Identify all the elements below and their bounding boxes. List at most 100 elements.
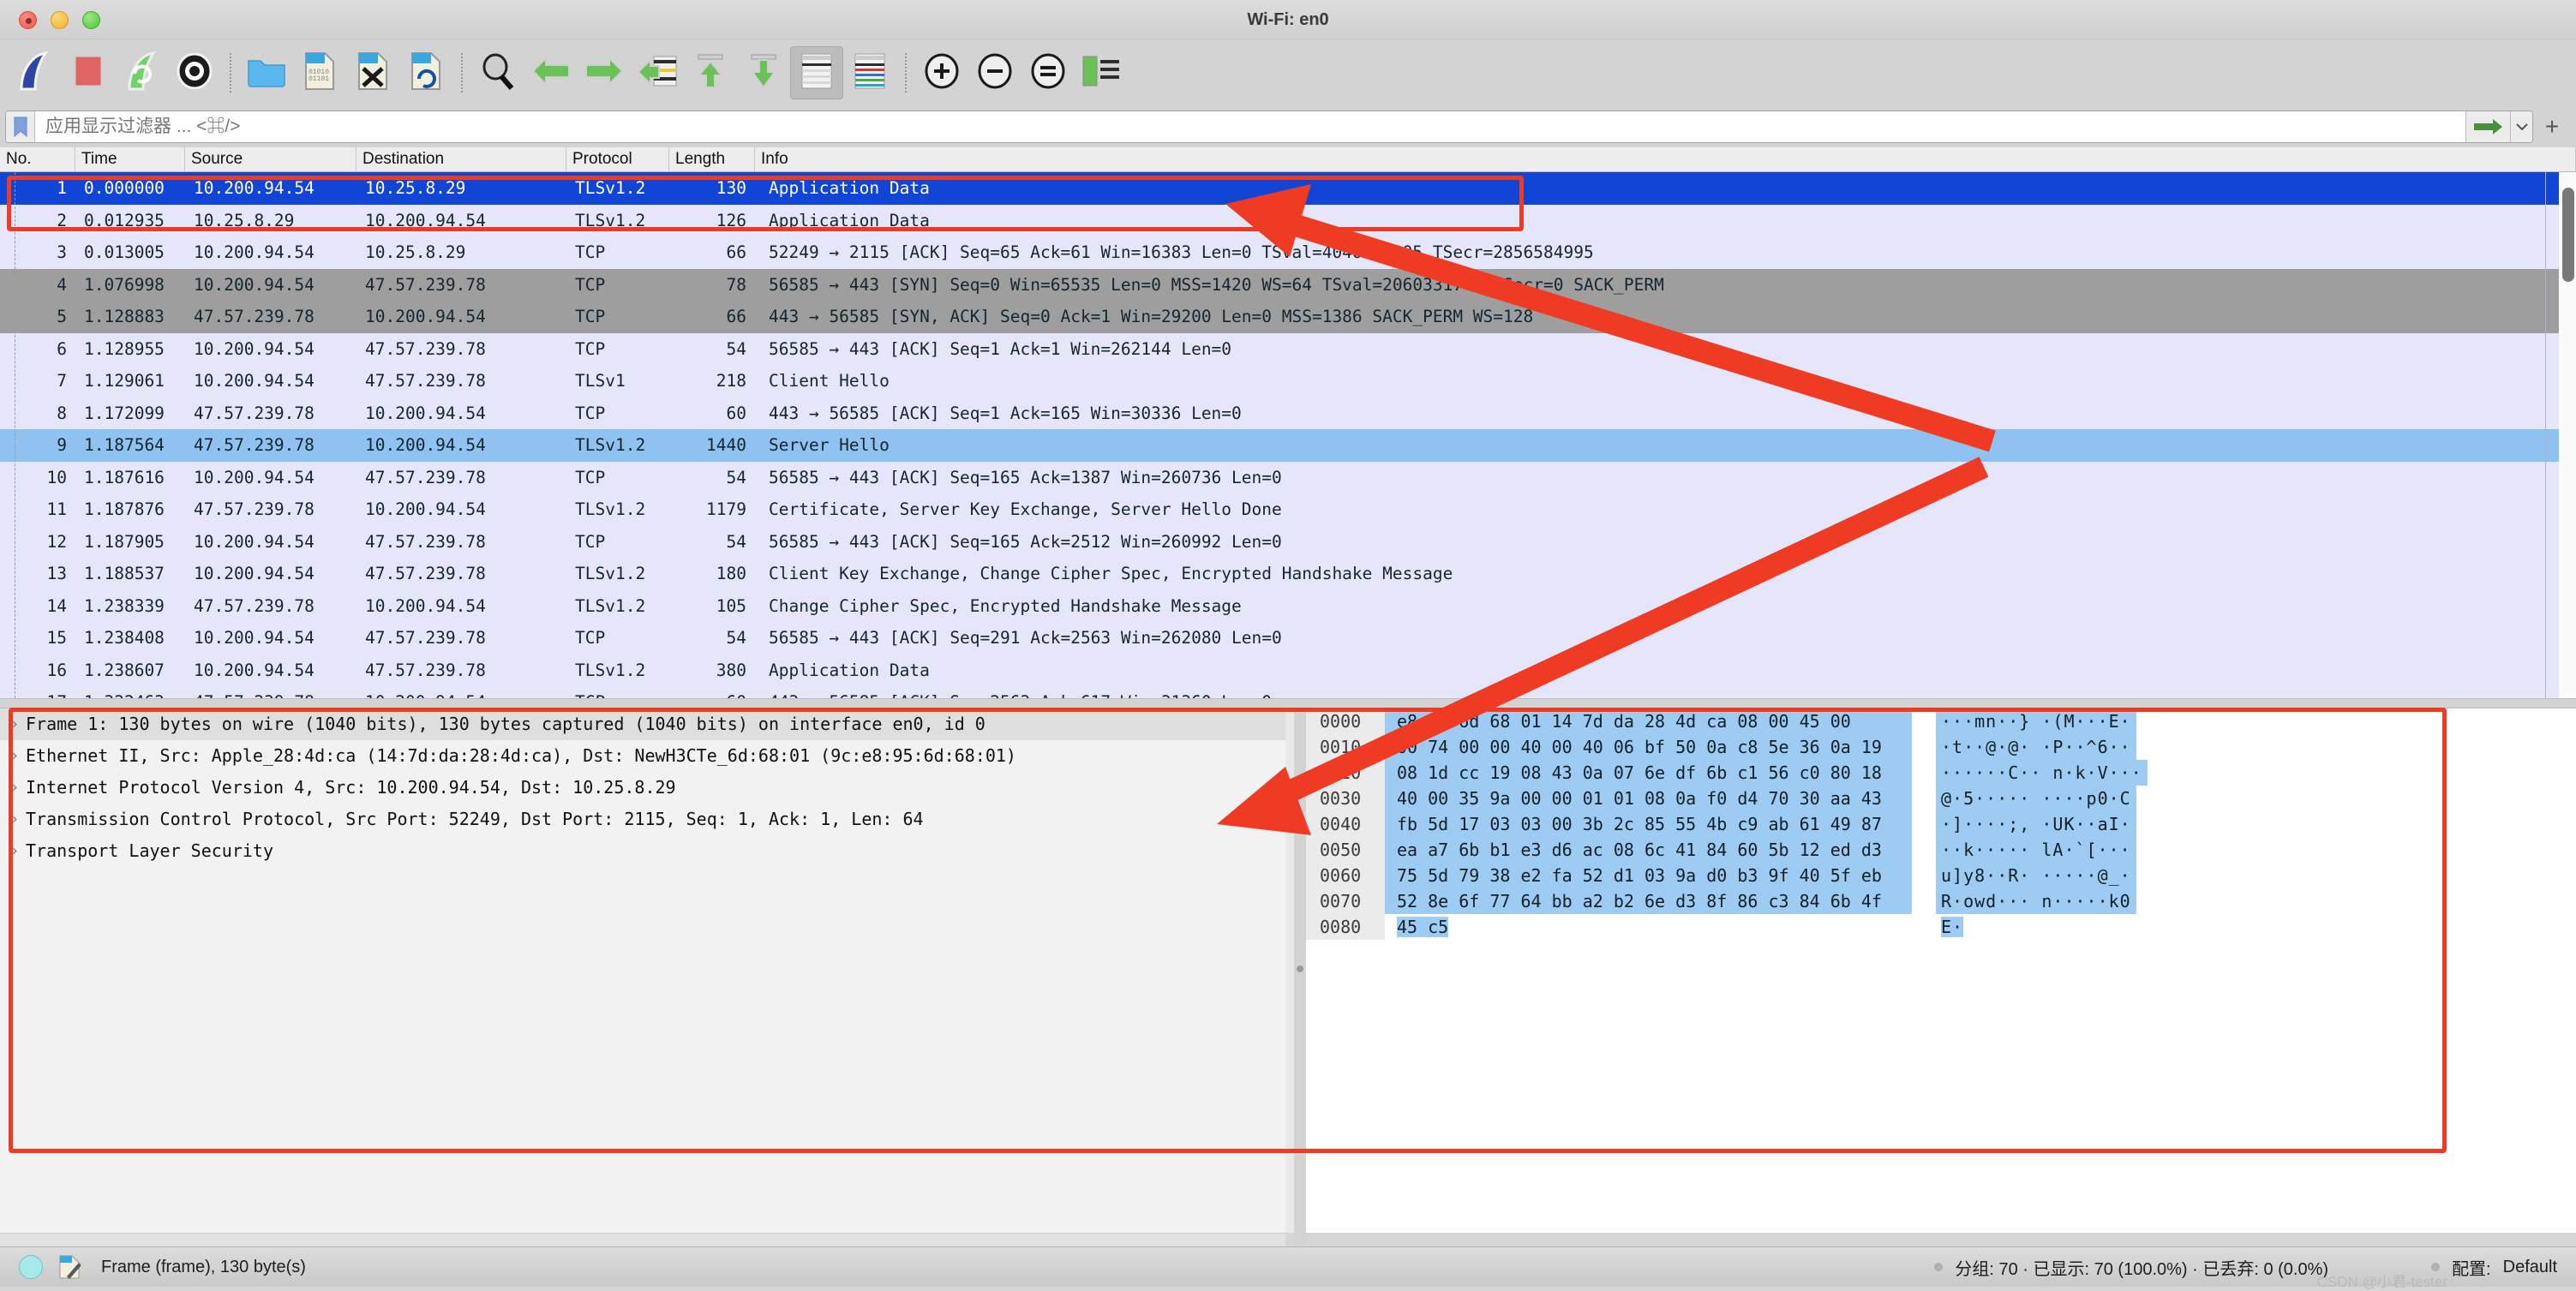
stop-square-icon [71,53,105,93]
main-toolbar: 01010 01101 [0,39,2576,106]
row-destination: 10.25.8.29 [365,178,466,198]
auto-scroll-button[interactable] [790,46,843,99]
packet-list-row[interactable]: 3 0.013005 10.200.94.54 10.25.8.29 TCP 66 5224… [0,236,2545,269]
row-source: 47.57.239.78 [194,403,315,423]
packet-list-row[interactable]: 7 1.129061 10.200.94.54 47.57.239.78 TLSv1 21… [0,365,2545,397]
column-header-destination[interactable]: Destination [356,147,566,171]
packet-list-row[interactable]: 2 0.012935 10.25.8.29 10.200.94.54 TLSv1.2 12… [0,204,2545,236]
row-protocol: TCP [575,242,606,262]
save-file-button[interactable]: 01010 01101 [293,46,346,99]
pane-splitter-horizontal[interactable] [0,698,2576,708]
find-packet-button[interactable] [471,46,524,99]
chevron-down-icon[interactable] [2510,111,2532,142]
packet-list-scrollbar-thumb[interactable] [2562,188,2574,282]
packet-detail-line[interactable]: › Transport Layer Security [0,835,1285,867]
hex-dump-row[interactable]: 0000 e8 95 6d 68 01 14 7d da 28 4d ca 08 … [1306,708,2576,734]
chevron-right-icon[interactable]: › [3,708,26,740]
hex-dump-row[interactable]: 0010 00 74 00 00 40 00 40 06 bf 50 0a c8 … [1306,734,2576,760]
packet-list-row[interactable]: 12 1.187905 10.200.94.54 47.57.239.78 TCP 54 5… [0,525,2545,558]
column-header-source[interactable]: Source [185,147,356,171]
row-time: 1.238607 [84,660,165,680]
bookmark-icon[interactable] [6,111,35,142]
go-to-packet-button[interactable] [631,46,684,99]
zoom-in-button[interactable] [915,46,968,99]
packet-detail-vscrollbar[interactable] [1285,708,1294,1233]
row-length: 78 [726,274,746,295]
ascii-bytes-left: u]y8··R· [1941,865,2031,886]
column-header-length[interactable]: Length [669,147,755,171]
packet-detail-hscrollbar[interactable] [0,1233,1285,1246]
packet-detail-line[interactable]: › Internet Protocol Version 4, Src: 10.20… [0,772,1285,804]
hex-dump-row[interactable]: 0020 08 1d cc 19 08 43 0a 07 6e df 6b c1 … [1306,760,2576,786]
ascii-bytes: ···mn··} ·(M···E· [1936,708,2136,734]
packet-list[interactable]: 1 0.000000 10.200.94.54 10.25.8.29 TLSv1.2 13… [0,172,2545,698]
ascii-bytes: ······C·· n·k·V··· [1936,760,2148,786]
row-info: Application Data [769,210,930,230]
packet-detail-pane[interactable]: › Frame 1: 130 bytes on wire (1040 bits),… [0,708,1285,1233]
apply-filter-button[interactable] [2465,111,2510,142]
packet-list-row[interactable]: 171.32246347.57.239.7810.200.94.54TCP604… [0,686,2545,698]
chevron-right-icon[interactable]: › [3,835,26,867]
zoom-reset-button[interactable] [1021,46,1075,99]
row-source: 10.200.94.54 [194,467,315,487]
start-capture-button[interactable] [9,46,62,99]
close-file-button[interactable] [346,46,399,99]
chevron-right-icon[interactable]: › [3,772,26,804]
packet-detail-line[interactable]: › Ethernet II, Src: Apple_28:4d:ca (14:7d… [0,740,1285,772]
packet-list-row[interactable]: 13 1.188537 10.200.94.54 47.57.239.78 TLSv1.… [0,558,2545,590]
minimap-segment [2546,236,2559,269]
go-to-first-button[interactable] [684,46,737,99]
column-header-no[interactable]: No. [0,147,75,171]
hex-dump-row[interactable]: 0080 45 c5 E· [1306,914,2576,940]
packet-list-row[interactable]: 11 1.187876 47.57.239.78 10.200.94.54 TLSv1.… [0,493,2545,526]
row-time: 1.129061 [84,371,165,391]
expert-info-icon[interactable] [19,1255,43,1279]
packet-detail-line[interactable]: › Transmission Control Protocol, Src Port… [0,804,1285,835]
restart-capture-button[interactable] [115,46,168,99]
plus-icon[interactable]: + [2533,106,2571,147]
hex-dump-row[interactable]: 0040 fb 5d 17 03 03 00 3b 2c 85 55 4b c9 … [1306,811,2576,837]
capture-options-button[interactable] [168,46,221,99]
go-to-last-button[interactable] [737,46,790,99]
hex-dump-row[interactable]: 0050 ea a7 6b b1 e3 d6 ac 08 6c 41 84 60 … [1306,837,2576,863]
stop-capture-button[interactable] [62,46,115,99]
chevron-right-icon[interactable]: › [3,740,26,772]
zoom-out-button[interactable] [968,46,1021,99]
hex-bytes-right: 6e d3 8f 86 c3 84 6b 4f [1644,891,1882,911]
packet-list-row[interactable]: 16 1.238607 10.200.94.54 47.57.239.78 TLSv1.… [0,654,2545,686]
open-file-button[interactable] [240,46,293,99]
packet-list-row[interactable]: 1 0.000000 10.200.94.54 10.25.8.29 TLSv1.2 13… [0,172,2545,205]
hex-dump-row[interactable]: 0030 40 00 35 9a 00 00 01 01 08 0a f0 d4 … [1306,786,2576,811]
display-filter-box[interactable] [5,111,2533,143]
display-filter-input[interactable] [35,112,2465,141]
column-header-protocol[interactable]: Protocol [566,147,669,171]
toolbar-separator-3 [905,53,907,93]
column-header-info[interactable]: Info [755,147,2576,171]
packet-list-row[interactable]: 5 1.128883 47.57.239.78 10.200.94.54 TCP 66 44… [0,301,2545,333]
packet-list-row[interactable]: 14 1.238339 47.57.239.78 10.200.94.54 TLSv1.… [0,589,2545,622]
packet-list-minimap [2545,172,2559,719]
go-back-button[interactable] [524,46,578,99]
chevron-right-icon[interactable]: › [3,804,26,835]
capture-comment-icon[interactable] [57,1253,82,1281]
go-forward-button[interactable] [578,46,631,99]
packet-list-row[interactable]: 15 1.238408 10.200.94.54 47.57.239.78 TCP 54 5… [0,622,2545,654]
row-time: 1.238339 [84,595,165,616]
row-destination: 10.25.8.29 [365,242,466,262]
packet-list-row[interactable]: 9 1.187564 47.57.239.78 10.200.94.54 TLSv1.2… [0,429,2545,462]
packet-bytes-pane[interactable]: 0000 e8 95 6d 68 01 14 7d da 28 4d ca 08 … [1306,708,2576,1233]
hex-dump-row[interactable]: 0060 75 5d 79 38 e2 fa 52 d1 03 9a d0 b3 … [1306,863,2576,888]
status-profile[interactable]: 配置: Default [2431,1255,2557,1280]
column-header-time[interactable]: Time [75,147,185,171]
pane-splitter-vertical[interactable] [1294,708,1306,1246]
packet-list-row[interactable]: 10 1.187616 10.200.94.54 47.57.239.78 TCP 54 5… [0,461,2545,493]
resize-columns-button[interactable] [1075,46,1128,99]
packet-list-scrollbar[interactable] [2559,172,2576,698]
packet-list-row[interactable]: 4 1.076998 10.200.94.54 47.57.239.78 TCP 78 56… [0,268,2545,301]
packet-list-row[interactable]: 8 1.172099 47.57.239.78 10.200.94.54 TCP 60 44… [0,397,2545,429]
hex-dump-row[interactable]: 0070 52 8e 6f 77 64 bb a2 b2 6e d3 8f 86 … [1306,888,2576,914]
colorize-button[interactable] [843,46,896,99]
packet-detail-line[interactable]: › Frame 1: 130 bytes on wire (1040 bits),… [0,708,1285,740]
reload-file-button[interactable] [399,46,452,99]
packet-list-row[interactable]: 6 1.128955 10.200.94.54 47.57.239.78 TCP 54 56… [0,332,2545,365]
